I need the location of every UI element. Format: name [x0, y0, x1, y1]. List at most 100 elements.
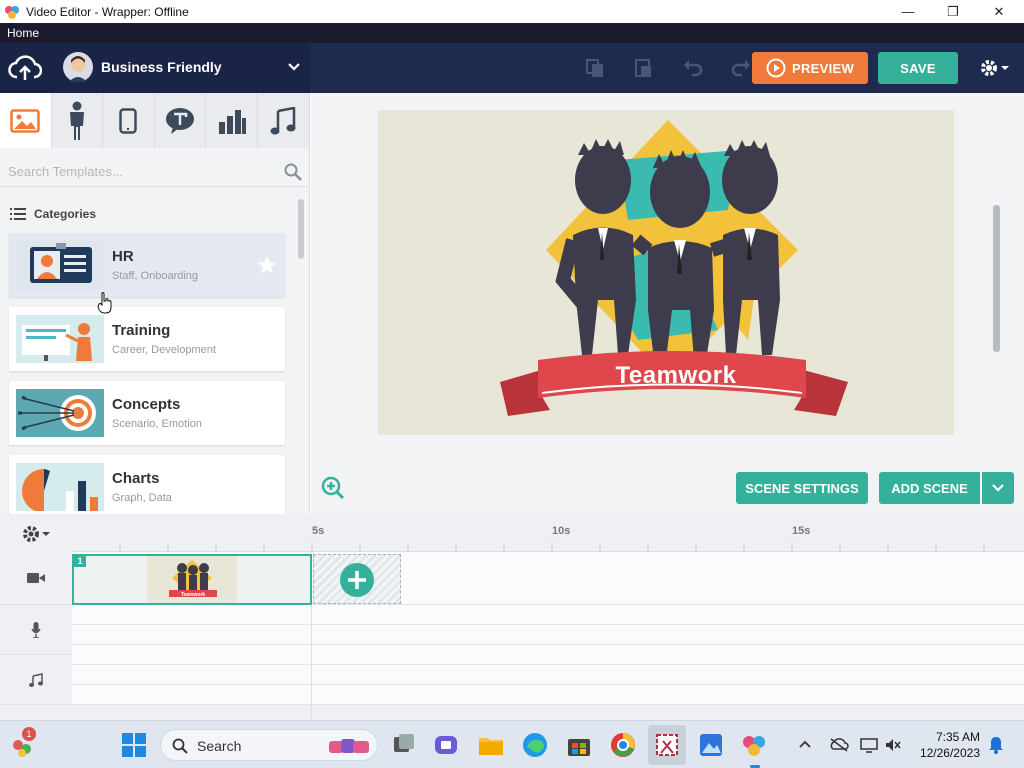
scene-settings-button[interactable]: SCENE SETTINGS — [736, 472, 868, 504]
volume-muted-icon[interactable] — [884, 737, 902, 753]
category-card-charts[interactable]: Charts Graph, Data — [9, 455, 285, 515]
stage-scrollbar[interactable] — [993, 205, 1000, 352]
scene-thumbnail: Teamwork — [147, 556, 237, 603]
category-card-hr[interactable]: HR Staff, Onboarding — [9, 233, 285, 297]
search-icon[interactable] — [284, 163, 302, 181]
avatar — [63, 52, 93, 82]
categories-label: Categories — [34, 207, 97, 221]
preview-button[interactable]: PREVIEW — [752, 52, 868, 84]
mobile-icon — [119, 107, 138, 134]
add-scene-button[interactable]: ADD SCENE — [879, 472, 980, 504]
tab-props[interactable] — [103, 93, 155, 148]
file-explorer-icon[interactable] — [477, 731, 505, 759]
photos-icon[interactable] — [697, 731, 725, 759]
add-scene-dropdown[interactable] — [982, 472, 1014, 504]
taskbar-search-label: Search — [197, 738, 242, 754]
redo-icon[interactable] — [730, 57, 752, 79]
edge-browser-icon[interactable] — [521, 731, 549, 759]
teams-icon[interactable] — [432, 731, 460, 759]
scene-canvas[interactable]: Teamwork — [378, 110, 954, 435]
sidebar-scrollbar[interactable] — [298, 199, 304, 259]
notification-badge: 1 — [22, 727, 36, 741]
theme-selector-area: Business Friendly — [0, 43, 310, 93]
minimize-button[interactable]: — — [885, 0, 931, 23]
template-search — [0, 155, 308, 187]
editor-header: Business Friendly PREVIEW SAVE — [0, 43, 1024, 93]
taskbar-search[interactable]: Search — [160, 729, 378, 761]
onedrive-offline-icon[interactable] — [829, 737, 849, 753]
search-highlight-icon — [329, 739, 369, 753]
scene-clip-1[interactable]: 1 Teamwork — [72, 554, 312, 605]
timeline: 5s 10s 15s 1 Teamwork — [0, 514, 1024, 720]
video-track-header — [0, 552, 72, 605]
window-title: Video Editor - Wrapper: Offline — [26, 4, 189, 19]
taskbar-clock[interactable]: 7:35 AM 12/26/2023 — [920, 729, 980, 761]
chevron-down-icon[interactable] — [287, 62, 301, 72]
chevron-down-icon — [992, 484, 1004, 492]
undo-icon[interactable] — [682, 57, 704, 79]
menu-home[interactable]: Home — [7, 26, 39, 40]
tab-templates[interactable] — [0, 93, 52, 148]
hr-thumbnail — [16, 241, 104, 289]
category-card-concepts[interactable]: Concepts Scenario, Emotion — [9, 381, 285, 445]
music-track-c[interactable] — [72, 685, 1024, 705]
settings-gear-icon[interactable] — [978, 57, 1010, 79]
video-editor-app-icon[interactable] — [740, 731, 768, 759]
notification-bell-icon[interactable] — [988, 736, 1004, 754]
zoom-in-icon[interactable] — [321, 476, 345, 500]
video-camera-icon — [27, 573, 45, 583]
tab-text[interactable] — [155, 93, 207, 148]
charts-thumbnail — [16, 463, 104, 511]
windows-taskbar: 1 Search 7:35 AM 12/26/2023 — [0, 720, 1024, 768]
network-icon[interactable] — [860, 737, 878, 753]
clock-date: 12/26/2023 — [919, 746, 980, 760]
tab-audio[interactable] — [258, 93, 310, 148]
save-button[interactable]: SAVE — [878, 52, 958, 84]
window-titlebar: Video Editor - Wrapper: Offline — ❐ ✕ — [0, 0, 1024, 23]
character-icon — [69, 101, 84, 140]
tab-charts[interactable] — [206, 93, 258, 148]
timeline-ruler[interactable]: 5s 10s 15s — [72, 514, 1024, 552]
speech-bubble-icon — [166, 107, 195, 134]
music-track-a[interactable] — [72, 645, 1024, 665]
category-card-training[interactable]: Training Career, Development — [9, 307, 285, 371]
windows-start-icon[interactable] — [120, 731, 148, 759]
card-subtitle: Scenario, Emotion — [112, 418, 202, 430]
close-button[interactable]: ✕ — [976, 0, 1022, 23]
star-icon[interactable] — [258, 256, 276, 274]
maximize-button[interactable]: ❐ — [930, 0, 976, 23]
scene-number: 1 — [74, 556, 86, 567]
task-view-icon[interactable] — [390, 731, 418, 759]
paste-icon[interactable] — [632, 57, 654, 79]
copy-icon[interactable] — [584, 57, 606, 79]
plus-circle-icon[interactable] — [339, 562, 375, 598]
music-note-icon — [270, 106, 296, 134]
ruler-label-15s: 15s — [792, 525, 811, 537]
chevron-up-icon[interactable] — [798, 739, 812, 749]
play-circle-icon — [766, 58, 786, 78]
categories-heading: Categories — [10, 207, 96, 221]
cloud-upload-icon[interactable] — [8, 53, 42, 83]
ruler-label-5s: 5s — [312, 525, 325, 537]
tab-characters[interactable] — [52, 93, 104, 148]
microsoft-store-icon[interactable] — [565, 731, 593, 759]
chrome-browser-icon[interactable] — [609, 731, 637, 759]
ruler-label-10s: 10s — [552, 525, 571, 537]
voice-track-b[interactable] — [72, 625, 1024, 645]
image-icon — [10, 108, 41, 133]
timeline-settings-gear-icon[interactable] — [21, 524, 53, 544]
app-logo-icon — [5, 5, 19, 19]
theme-name[interactable]: Business Friendly — [101, 59, 222, 75]
card-subtitle: Graph, Data — [112, 492, 172, 504]
music-track-b[interactable] — [72, 665, 1024, 685]
snipping-tool-icon[interactable] — [653, 731, 681, 759]
card-subtitle: Staff, Onboarding — [112, 270, 199, 282]
microphone-icon — [31, 621, 41, 638]
add-scene-placeholder[interactable] — [313, 554, 401, 604]
scene-stage: Teamwork SCENE SETTINGS ADD SCENE — [311, 93, 1024, 514]
banner-text: Teamwork — [615, 362, 737, 389]
voice-track-a[interactable] — [72, 605, 1024, 625]
ruler-ticks — [119, 542, 985, 552]
save-label: SAVE — [900, 60, 936, 76]
search-templates-input[interactable] — [8, 161, 268, 181]
